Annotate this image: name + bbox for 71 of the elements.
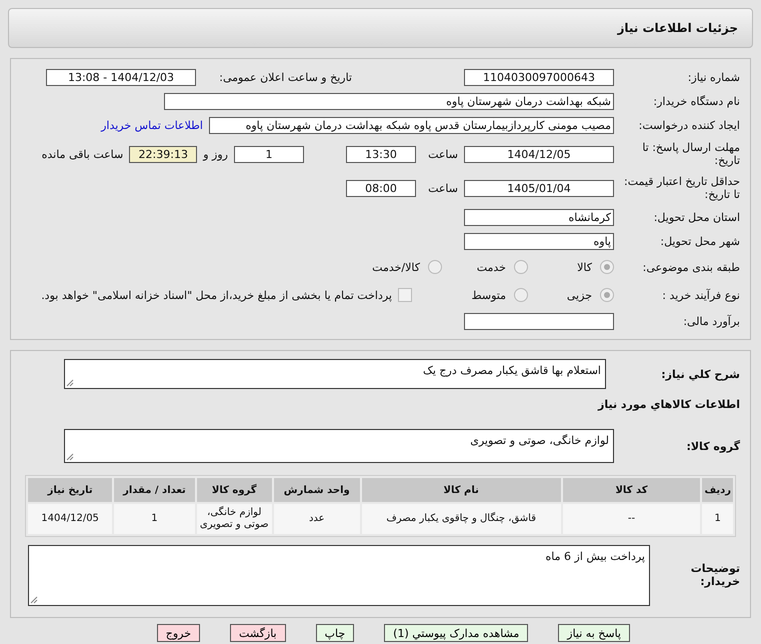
table-cell: 1	[114, 504, 195, 534]
field-label: نام دستگاه خریدار:	[652, 94, 740, 108]
field-label: ایجاد کننده درخواست:	[638, 118, 740, 132]
deadline-time-field: 13:30	[346, 146, 416, 162]
action-button[interactable]: پاسخ به نیاز	[558, 624, 630, 642]
days-field: 1	[234, 146, 304, 162]
radio-label: کالا/خدمت	[372, 260, 420, 274]
buyer-org-field: شبکه بهداشت درمان شهرستان پاوه	[164, 92, 614, 110]
city-field: پاوه	[464, 232, 614, 250]
requester-field: مصیب مومنی کارپردازبیمارستان قدس پاوه شبکه بهداشت درمان شهرستان پاوه	[209, 116, 614, 134]
radio-label: کالا	[577, 260, 592, 274]
radio-label: خدمت	[476, 260, 506, 274]
field-label: گروه کالا:	[685, 440, 740, 452]
action-button[interactable]: چاپ	[316, 624, 354, 642]
field-label: شهر محل تحویل:	[659, 234, 740, 248]
payment-option-label: پرداخت تمام یا بخشی از مبلغ خرید،از محل "اسناد خزانه اسلامی" خواهد بود.	[41, 288, 392, 302]
table-cell: عدد	[274, 504, 360, 534]
field-label: ساعت	[427, 182, 458, 194]
table-cell: 1404/12/05	[28, 504, 112, 534]
days-label: روز و	[203, 148, 228, 160]
field-label: شرح کلي نیاز:	[660, 368, 740, 380]
validity-time-field: 08:00	[346, 180, 416, 196]
field-label: حداقل تاریخ اعتبار قیمت: تا تاریخ:	[623, 175, 740, 201]
budget-field[interactable]	[464, 312, 614, 330]
table-cell: --	[562, 504, 700, 534]
resize-grip-icon[interactable]	[30, 596, 38, 604]
description-textarea[interactable]: استعلام بها قاشق یکبار مصرف درج یک	[64, 359, 606, 389]
column-header: تعداد / مقدار	[114, 478, 195, 502]
action-button[interactable]: بازگشت	[230, 624, 286, 642]
field-label: مهلت ارسال پاسخ: تا تاریخ:	[641, 141, 740, 167]
field-label: طبقه بندی موضوعی:	[642, 260, 740, 274]
province-field: کرمانشاه	[464, 208, 614, 226]
checkbox[interactable]	[398, 288, 412, 302]
radio-button[interactable]	[428, 260, 442, 274]
radio-label: متوسط	[471, 288, 506, 302]
remaining-label: ساعت باقی مانده	[42, 148, 124, 160]
field-label: توضیحات خریدار:	[690, 562, 740, 588]
column-header: واحد شمارش	[274, 478, 360, 502]
goods-group-textarea[interactable]: لوازم خانگی، صوتی و تصویری	[64, 429, 614, 463]
field-label: شماره نیاز:	[686, 70, 740, 84]
column-header: گروه کالا	[196, 478, 272, 502]
action-button[interactable]: مشاهده مدارک پیوستي (1)	[384, 624, 528, 642]
radio-label: جزیی	[566, 288, 592, 302]
announce-date-field: 1404/12/03 - 13:08	[46, 68, 196, 86]
section-heading: اطلاعات کالاهاي مورد نیاز	[596, 398, 740, 410]
radio-button[interactable]	[514, 260, 528, 274]
field-label: استان محل تحویل:	[652, 210, 740, 224]
field-label: ساعت	[427, 148, 458, 160]
page-title: جزئیات اطلاعات نیاز	[617, 21, 738, 35]
need-number-field: 1104030097000643	[464, 68, 614, 86]
radio-button[interactable]	[600, 288, 614, 302]
column-header: کد کالا	[562, 478, 700, 502]
table-cell: 1	[702, 504, 733, 534]
field-label: تاریخ و ساعت اعلان عمومی:	[218, 70, 352, 84]
resize-grip-icon[interactable]	[66, 453, 74, 461]
action-button[interactable]: خروج	[156, 624, 200, 642]
field-label: برآورد مالی:	[682, 314, 740, 328]
radio-button[interactable]	[600, 260, 614, 274]
buyer-contact-link[interactable]: اطلاعات تماس خریدار	[101, 118, 203, 132]
column-header: نام کالا	[362, 478, 561, 502]
radio-button[interactable]	[514, 288, 528, 302]
resize-grip-icon[interactable]	[66, 379, 74, 387]
validity-date-field: 1405/01/04	[464, 180, 614, 196]
table-cell: قاشق، چنگال و چاقوی یکبار مصرف	[362, 504, 561, 534]
field-label: نوع فرآیند خرید :	[661, 288, 740, 302]
table-cell: لوازم خانگی، صوتی و تصویری	[196, 504, 272, 534]
notes-textarea[interactable]: پرداخت بیش از 6 ماه	[28, 544, 650, 606]
remaining-time-field: 22:39:13	[129, 146, 198, 162]
column-header: تاریخ نیاز	[28, 478, 112, 502]
column-header: ردیف	[702, 478, 733, 502]
deadline-date-field: 1404/12/05	[464, 146, 614, 162]
